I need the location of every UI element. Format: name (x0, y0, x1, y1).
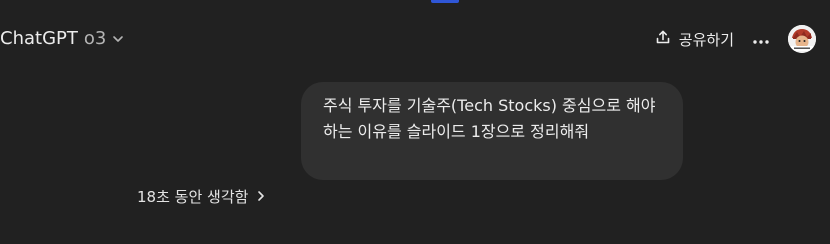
chevron-down-icon (112, 33, 124, 45)
more-options-button[interactable] (752, 30, 770, 49)
top-indicator (431, 0, 459, 3)
avatar-image (788, 25, 816, 53)
user-message-text: 주식 투자를 기술주(Tech Stocks) 중심으로 해야 하는 이유를 슬… (323, 96, 656, 141)
chevron-right-icon (256, 188, 266, 206)
share-icon (655, 29, 671, 49)
thinking-label: 18초 동안 생각함 (137, 188, 249, 206)
user-message-bubble: 주식 투자를 기술주(Tech Stocks) 중심으로 해야 하는 이유를 슬… (301, 82, 683, 180)
thinking-summary-toggle[interactable]: 18초 동안 생각함 (137, 186, 266, 207)
more-horizontal-icon (752, 30, 770, 49)
share-button[interactable]: 공유하기 (655, 29, 734, 50)
share-label: 공유하기 (678, 30, 734, 49)
model-name: ChatGPT (0, 28, 78, 49)
header-actions: 공유하기 (655, 25, 816, 53)
model-selector-button[interactable]: ChatGPT o3 (0, 28, 124, 49)
model-version: o3 (83, 28, 107, 49)
top-bar: ChatGPT o3 공유하기 (0, 22, 830, 62)
avatar[interactable] (788, 25, 816, 53)
